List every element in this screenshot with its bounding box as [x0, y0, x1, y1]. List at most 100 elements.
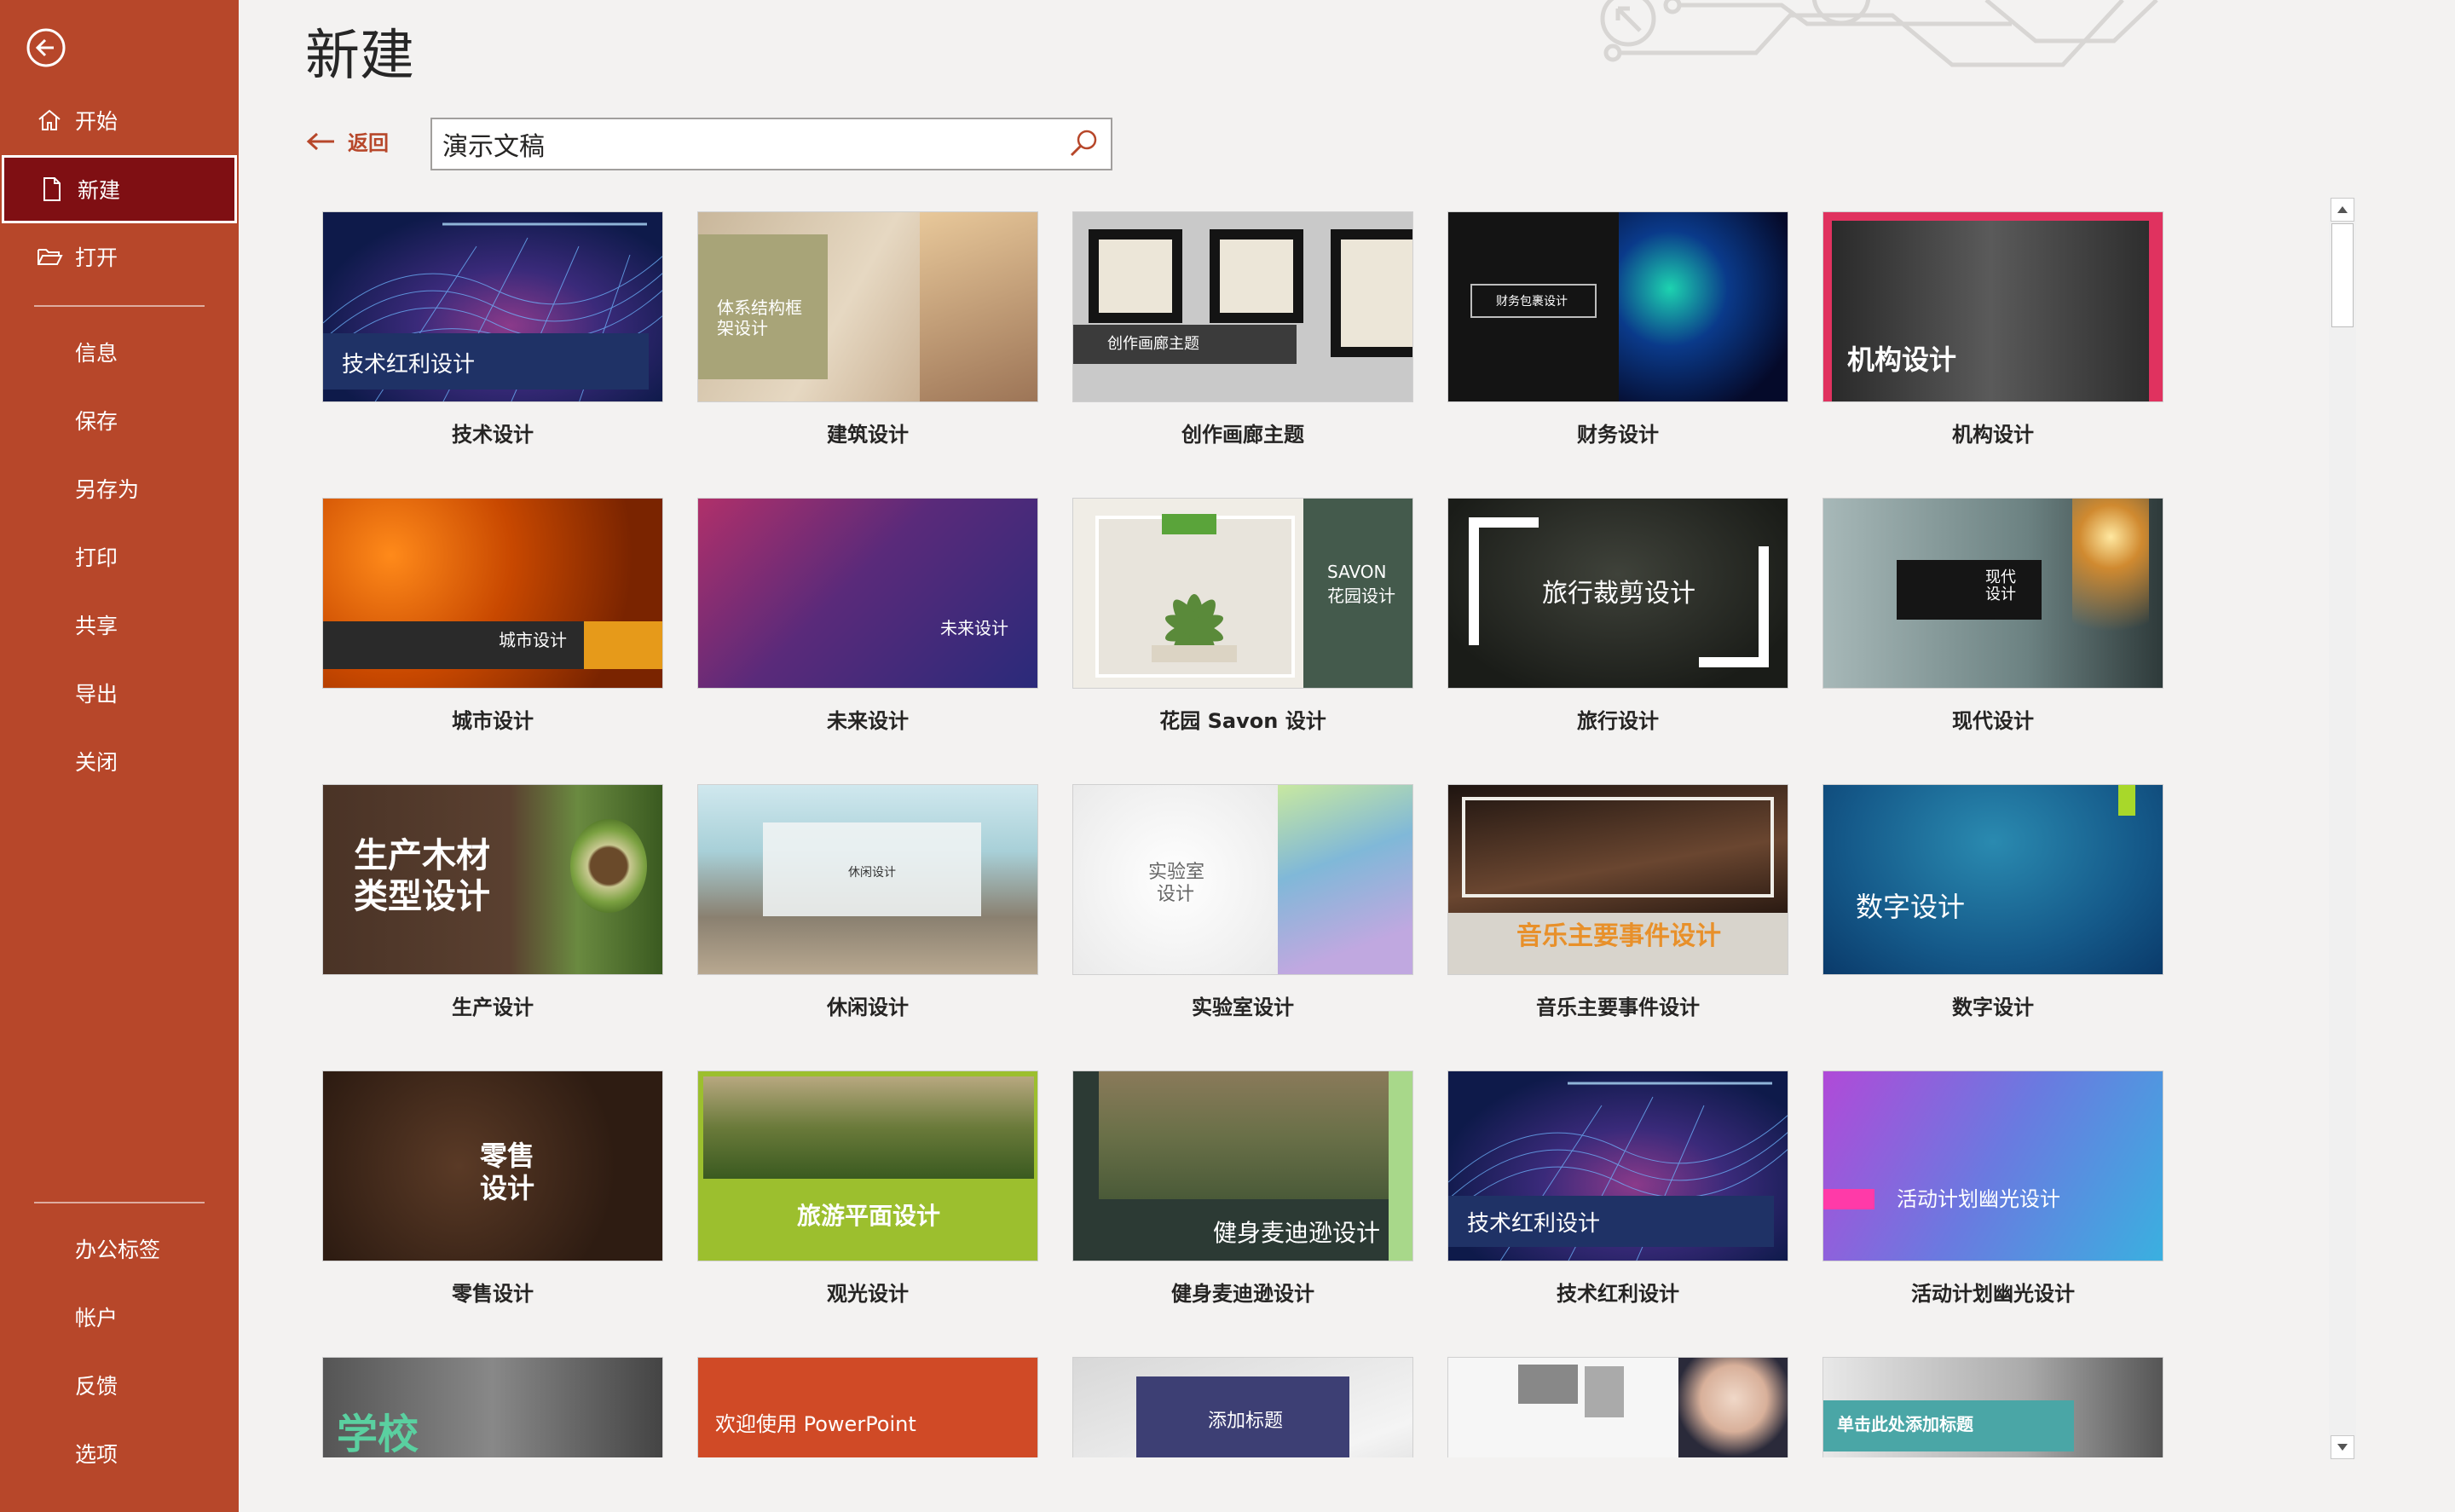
template-card[interactable]: 旅行裁剪设计 旅行设计	[1447, 498, 1788, 734]
template-thumbnail[interactable]: 生产木材 类型设计	[322, 784, 663, 975]
title-box	[1897, 560, 2042, 620]
thumbnail-title: 休闲设计	[848, 866, 896, 880]
nav-item-share[interactable]: 共享	[2, 591, 237, 659]
nav-item-new[interactable]: 新建	[2, 155, 237, 223]
template-thumbnail[interactable]: 未来设计	[697, 498, 1038, 689]
template-thumbnail[interactable]: 休闲设计	[697, 784, 1038, 975]
nav-item-label: 信息	[75, 341, 118, 366]
thumbnail-subtitle: 设计	[1157, 884, 1195, 905]
template-card[interactable]: 欢迎使用 PowerPoint	[697, 1357, 1038, 1457]
thumbnail-subtitle: 类型设计	[354, 877, 490, 916]
template-thumbnail[interactable]: 添加标题	[1072, 1357, 1413, 1457]
avocado-photo	[570, 819, 647, 913]
template-card[interactable]: 实验室 设计 实验室设计	[1072, 784, 1413, 1020]
frame	[1331, 229, 1412, 357]
template-thumbnail[interactable]: 活动计划幽光设计	[1822, 1071, 2163, 1261]
search-icon[interactable]	[1066, 127, 1100, 161]
template-thumbnail[interactable]: 欢迎使用 PowerPoint	[697, 1357, 1038, 1457]
template-card[interactable]: 未来设计 未来设计	[697, 498, 1038, 734]
thumbnail-subtitle: 花园设计	[1327, 586, 1395, 606]
template-card[interactable]: 城市设计 城市设计	[322, 498, 663, 734]
template-thumbnail[interactable]: 实验室 设计	[1072, 784, 1413, 975]
template-thumbnail[interactable]: 旅游平面设计	[697, 1071, 1038, 1261]
nav-item-save-as[interactable]: 另存为	[2, 454, 237, 522]
landscape-photo	[703, 1076, 1034, 1179]
template-search-box[interactable]	[430, 118, 1112, 170]
template-thumbnail[interactable]: 零售 设计	[322, 1071, 663, 1261]
nav-item-options[interactable]: 选项	[2, 1419, 237, 1487]
template-name: 技术红利设计	[1557, 1282, 1679, 1306]
template-card[interactable]: 财务包裹设计 财务设计	[1447, 211, 1788, 447]
search-input[interactable]	[432, 119, 1066, 169]
template-name: 实验室设计	[1192, 995, 1294, 1019]
template-card[interactable]: 单击此处添加标题	[1822, 1357, 2163, 1457]
template-card[interactable]: 零售 设计 零售设计	[322, 1071, 663, 1307]
template-thumbnail[interactable]	[1447, 1357, 1788, 1457]
nav-item-label: 新建	[78, 178, 121, 203]
nav-item-export[interactable]: 导出	[2, 659, 237, 727]
thumbnail-title: 健身麦迪逊设计	[1213, 1219, 1381, 1247]
template-card[interactable]: 数字设计 数字设计	[1822, 784, 2163, 1020]
nav-item-label: 保存	[75, 409, 118, 434]
nav-item-close[interactable]: 关闭	[2, 727, 237, 795]
template-card[interactable]: 现代 设计 现代设计	[1822, 498, 2163, 734]
template-name: 音乐主要事件设计	[1536, 995, 1700, 1019]
template-thumbnail[interactable]: 机构设计	[1822, 211, 2163, 402]
nav-item-feedback[interactable]: 反馈	[2, 1351, 237, 1419]
template-card[interactable]	[1447, 1357, 1788, 1457]
scroll-down-button[interactable]	[2331, 1435, 2354, 1459]
sidebar-divider	[34, 305, 205, 307]
template-card[interactable]: 机构设计 机构设计	[1822, 211, 2163, 447]
accent-tag	[1162, 514, 1216, 534]
template-card[interactable]: 音乐主要事件设计 音乐主要事件设计	[1447, 784, 1788, 1020]
template-card[interactable]: 技术红利设计 技术设计	[322, 211, 663, 447]
nav-item-print[interactable]: 打印	[2, 522, 237, 591]
template-card[interactable]: 学校	[322, 1357, 663, 1457]
photo-area	[920, 212, 1037, 401]
template-card[interactable]: 生产木材 类型设计 生产设计	[322, 784, 663, 1020]
template-thumbnail[interactable]: 旅行裁剪设计	[1447, 498, 1788, 689]
back-link[interactable]: 返回	[305, 126, 389, 156]
scrollbar-thumb[interactable]	[2331, 223, 2354, 327]
template-name: 财务设计	[1577, 423, 1659, 447]
template-card[interactable]: 旅游平面设计 观光设计	[697, 1071, 1038, 1307]
template-thumbnail[interactable]: 财务包裹设计	[1447, 211, 1788, 402]
template-card[interactable]: 活动计划幽光设计 活动计划幽光设计	[1822, 1071, 2163, 1307]
template-thumbnail[interactable]: 创作画廊主题	[1072, 211, 1413, 402]
template-card[interactable]: 休闲设计 休闲设计	[697, 784, 1038, 1020]
thumbnail-title: 添加标题	[1208, 1411, 1284, 1432]
scroll-up-button[interactable]	[2331, 198, 2354, 222]
nav-item-info[interactable]: 信息	[2, 318, 237, 386]
template-card[interactable]: 技术红利设计 技术红利设计	[1447, 1071, 1788, 1307]
template-card[interactable]: SAVON 花园设计 花园 Savon 设计	[1072, 498, 1413, 734]
template-thumbnail[interactable]: 健身麦迪逊设计	[1072, 1071, 1413, 1261]
template-thumbnail[interactable]: 体系结构框架设计	[697, 211, 1038, 402]
template-thumbnail[interactable]: 现代 设计	[1822, 498, 2163, 689]
template-card[interactable]: 创作画廊主题 创作画廊主题	[1072, 211, 1413, 447]
nav-item-save[interactable]: 保存	[2, 386, 237, 454]
template-card[interactable]: 添加标题	[1072, 1357, 1413, 1457]
nav-item-label: 关闭	[75, 750, 118, 775]
template-thumbnail[interactable]: 音乐主要事件设计	[1447, 784, 1788, 975]
template-thumbnail[interactable]: 技术红利设计	[322, 211, 663, 402]
template-card[interactable]: 体系结构框架设计 建筑设计	[697, 211, 1038, 447]
template-thumbnail[interactable]: SAVON 花园设计	[1072, 498, 1413, 689]
template-thumbnail[interactable]: 数字设计	[1822, 784, 2163, 975]
nav-item-account[interactable]: 帐户	[2, 1283, 237, 1351]
nav-item-home[interactable]: 开始	[2, 86, 237, 154]
template-name: 数字设计	[1952, 995, 2034, 1019]
template-thumbnail[interactable]: 学校	[322, 1357, 663, 1457]
photo-tile	[1585, 1366, 1624, 1417]
template-card[interactable]: 健身麦迪逊设计 健身麦迪逊设计	[1072, 1071, 1413, 1307]
nav-item-open[interactable]: 打开	[2, 222, 237, 291]
back-arrow-icon[interactable]	[26, 27, 66, 68]
accent-tag	[2118, 785, 2135, 816]
frame	[1089, 229, 1182, 323]
template-thumbnail[interactable]: 技术红利设计	[1447, 1071, 1788, 1261]
template-thumbnail[interactable]: 单击此处添加标题	[1822, 1357, 2163, 1457]
template-thumbnail[interactable]: 城市设计	[322, 498, 663, 689]
vertical-scrollbar[interactable]	[2329, 198, 2356, 1459]
template-name: 活动计划幽光设计	[1911, 1282, 2075, 1306]
nav-item-office-tab[interactable]: 办公标签	[2, 1215, 237, 1283]
corner-bracket	[1469, 517, 1539, 528]
